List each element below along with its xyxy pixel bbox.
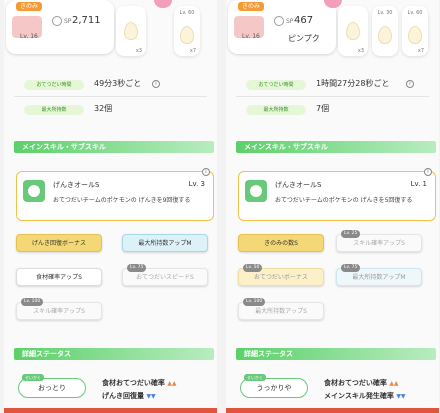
unlock-level-tag: Lv. 25 — [341, 230, 361, 238]
main-skill-level: Lv. 1 — [410, 180, 427, 188]
sub-skill-button[interactable]: 最大所持数アップM — [122, 234, 208, 252]
sub-skill-button-locked[interactable]: Lv. 75 おてつだいスピードS — [122, 264, 208, 286]
stat-label-max-carry: 最大所持数 — [24, 105, 84, 115]
unlock-level-tag: Lv. 100 — [21, 298, 44, 306]
bottom-bar — [4, 408, 217, 413]
sp-icon — [274, 16, 284, 26]
sp-icon — [52, 16, 62, 26]
sub-skill-button[interactable]: げんき回復ボーナス — [16, 234, 102, 252]
ingredient-level: Lv. 60 — [179, 10, 195, 16]
main-skill-description: おてつだいチームのポケモンの げんきを9回復する — [53, 197, 191, 204]
sub-skill-label: スキル確率アップS — [33, 308, 85, 315]
sub-skill-button-locked[interactable]: Lv. 100 最大所持数アップS — [238, 298, 324, 320]
pokemon-detail-panel-left: きのみ Lv. 16 SP 2,711 x3 Lv. 60 x7 おてつだい時間… — [4, 0, 217, 413]
sub-skill-label: 最大所持数アップM — [352, 274, 406, 281]
sub-skill-button-locked[interactable]: Lv. 25 スキル確率アップS — [336, 230, 422, 252]
sub-skill-button-locked[interactable]: Lv. 100 スキル確率アップS — [16, 298, 102, 320]
pokemon-nickname: ピンプク — [288, 34, 320, 43]
skill-icon — [245, 180, 267, 202]
unlock-level-tag: Lv. 75 — [127, 264, 147, 272]
sub-skill-label: 最大所持数アップS — [255, 308, 307, 315]
pokemon-level: Lv. 16 — [20, 33, 38, 40]
sp-label: SP — [286, 18, 294, 25]
nature-pill[interactable]: うっかりや — [240, 378, 308, 398]
ingredient-slot: x3 — [116, 6, 146, 56]
egg-icon — [180, 26, 194, 44]
info-icon[interactable]: i — [406, 80, 414, 88]
ingredient-slot: Lv. 60 x7 — [402, 6, 428, 56]
stat-label-max-carry: 最大所持数 — [246, 105, 306, 115]
pokemon-card[interactable]: きのみ Lv. 16 SP 2,711 — [6, 0, 114, 54]
sub-skill-button[interactable]: 食材確率アップS — [16, 268, 102, 286]
nature-effect-up: 食材おてつだい確率 ▲▲ — [102, 379, 177, 387]
egg-icon — [346, 22, 360, 40]
section-header-details: 詳細ステータス — [236, 348, 436, 360]
ingredient-count: x3 — [135, 48, 142, 54]
info-icon[interactable]: i — [152, 80, 160, 88]
pokemon-detail-panel-right: きのみ Lv. 16 SP 467 ピンプク x3 Lv. 30 Lv. 60 … — [226, 0, 439, 413]
section-header-skills: メインスキル・サブスキル — [236, 141, 436, 153]
stat-value-help-time: 1時間27分28秒ごと — [316, 79, 390, 88]
ingredient-slot: Lv. 60 x7 — [174, 6, 200, 56]
sub-skill-button-locked[interactable]: Lv. 50 おてつだいボーナス — [238, 264, 324, 286]
main-skill-level: Lv. 3 — [188, 180, 205, 188]
main-skill-name: げんきオールS — [53, 181, 100, 189]
nature-effect-down: げんき回復量 ▼▼ — [102, 392, 156, 400]
pokemon-level: Lv. 16 — [242, 33, 260, 40]
unlock-level-tag: Lv. 100 — [243, 298, 266, 306]
main-skill-description: おてつだいチームのポケモンの げんきを5回復する — [275, 197, 413, 204]
sp-label: SP — [64, 18, 72, 25]
sub-skill-label: スキル確率アップS — [353, 240, 405, 247]
bottom-bar — [226, 408, 439, 413]
sp-value: 2,711 — [72, 15, 101, 26]
sub-skill-label: おてつだいボーナス — [254, 274, 308, 281]
skill-icon — [23, 180, 45, 202]
egg-icon — [124, 22, 138, 40]
section-header-details: 詳細ステータス — [14, 348, 214, 360]
divider — [14, 96, 207, 97]
stat-label-help-time: おてつだい時間 — [24, 80, 84, 90]
name-tag: きのみ — [238, 2, 265, 11]
nature-effect-up: 食材おてつだい確率 ▲▲ — [324, 379, 399, 387]
unlock-level-tag: Lv. 50 — [243, 264, 263, 272]
sp-value: 467 — [294, 15, 314, 26]
pokemon-icon — [154, 0, 172, 8]
nature-effect-down: メインスキル発生確率 ▼▼ — [324, 392, 406, 400]
sub-skill-button-locked[interactable]: Lv. 75 最大所持数アップM — [336, 264, 422, 286]
ingredient-count: x7 — [417, 48, 424, 54]
main-skill-card[interactable]: げんきオールS Lv. 3 おてつだいチームのポケモンの げんきを9回復する i — [16, 168, 214, 221]
main-skill-name: げんきオールS — [275, 181, 322, 189]
unlock-level-tag: Lv. 75 — [341, 264, 361, 272]
ingredient-level: Lv. 30 — [377, 10, 393, 16]
ingredient-level: Lv. 60 — [407, 10, 423, 16]
ingredient-count: x7 — [189, 48, 196, 54]
info-icon[interactable]: i — [424, 168, 432, 176]
divider — [236, 96, 429, 97]
main-skill-card[interactable]: げんきオールS Lv. 1 おてつだいチームのポケモンの げんきを5回復する i — [238, 168, 436, 221]
info-icon[interactable]: i — [202, 168, 210, 176]
egg-icon — [408, 26, 422, 44]
stat-value-max-carry: 7個 — [316, 104, 330, 113]
ingredient-count: x3 — [357, 48, 364, 54]
ingredient-slot: x3 — [338, 6, 368, 56]
sub-skill-label: おてつだいスピードS — [136, 274, 194, 281]
sub-skill-button[interactable]: きのみの数S — [238, 234, 324, 252]
stat-value-max-carry: 32個 — [94, 104, 113, 113]
section-header-skills: メインスキル・サブスキル — [14, 141, 214, 153]
egg-icon — [378, 26, 392, 44]
pokemon-card[interactable]: きのみ Lv. 16 SP 467 ピンプク — [228, 0, 336, 54]
stat-value-help-time: 49分3秒ごと — [94, 79, 142, 88]
nature-pill[interactable]: おっとり — [18, 378, 86, 398]
ingredient-slot: Lv. 30 — [372, 6, 398, 56]
nature-tag: せいかく — [244, 374, 266, 381]
nature-tag: せいかく — [22, 374, 44, 381]
name-tag: きのみ — [16, 2, 43, 11]
stat-label-help-time: おてつだい時間 — [246, 80, 306, 90]
